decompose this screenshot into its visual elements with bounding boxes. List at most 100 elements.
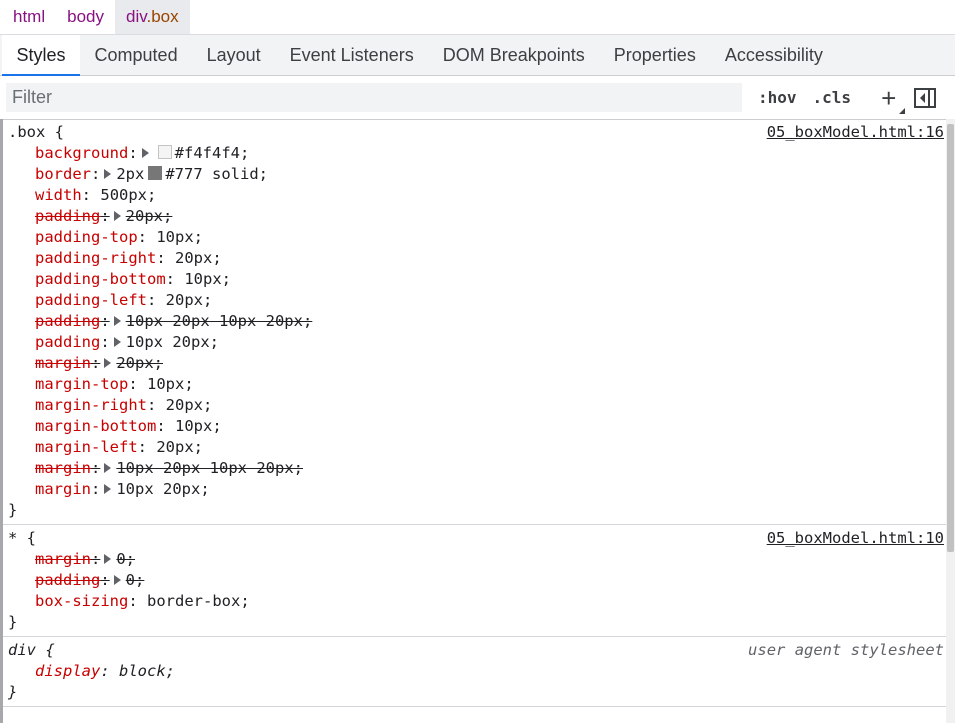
property-name[interactable]: padding [35,312,100,330]
style-declaration[interactable]: margin-left: 20px; [8,437,946,458]
property-value[interactable]: 20px; [166,291,213,309]
colon-separator: : [156,249,166,267]
property-value[interactable]: 10px; [147,375,194,393]
expand-triangle-icon[interactable] [113,316,121,326]
tab-properties[interactable]: Properties [599,35,710,75]
colon-separator: : [81,186,92,204]
rule-source-link[interactable]: 05_boxModel.html:16 [767,122,944,143]
property-name[interactable]: margin [35,354,91,372]
style-declaration[interactable]: padding-bottom: 10px; [8,269,946,290]
style-declaration[interactable]: margin: 10px 20px 10px 20px; [8,458,946,479]
style-declaration[interactable]: padding: 10px 20px 10px 20px; [8,311,946,332]
style-declaration[interactable]: box-sizing: border-box; [8,591,946,612]
property-value[interactable]: block; [119,662,175,680]
property-value[interactable]: #777 solid; [165,165,268,183]
property-value[interactable]: border-box; [147,592,250,610]
property-value[interactable]: 0; [126,571,145,589]
property-value[interactable]: 20px; [116,354,163,372]
property-value[interactable]: 2px [116,165,144,183]
tab-accessibility[interactable]: Accessibility [710,35,837,75]
toggle-sidebar-icon[interactable] [914,87,937,108]
style-declaration[interactable]: width: 500px; [8,185,946,206]
style-declaration[interactable]: margin-bottom: 10px; [8,416,946,437]
style-declaration[interactable]: display: block; [8,661,946,682]
property-value[interactable]: 10px; [184,270,231,288]
class-toggle-button[interactable]: .cls [813,88,852,107]
property-name[interactable]: padding [35,571,100,589]
property-value[interactable]: 20px; [126,207,173,225]
property-name[interactable]: margin-left [35,438,138,456]
style-declaration[interactable]: padding: 0; [8,570,946,591]
property-name[interactable]: border [35,165,91,183]
style-declaration[interactable]: margin: 0; [8,549,946,570]
property-name[interactable]: margin [35,480,91,498]
property-value[interactable]: 0; [116,550,135,568]
style-rule: .box {05_boxModel.html:16 background: #f4f… [3,119,946,525]
style-declaration[interactable]: padding-top: 10px; [8,227,946,248]
tab-styles[interactable]: Styles [2,35,81,76]
property-name[interactable]: display [35,662,100,680]
style-declaration[interactable]: padding: 10px 20px; [8,332,946,353]
property-name[interactable]: margin-top [35,375,128,393]
tab-layout[interactable]: Layout [192,35,275,75]
style-declaration[interactable]: margin-right: 20px; [8,395,946,416]
property-value[interactable]: 10px 20px; [116,480,209,498]
tab-dom-breakpoints[interactable]: DOM Breakpoints [428,35,599,75]
breadcrumb-item-body[interactable]: body [56,0,115,34]
style-declaration[interactable]: margin-top: 10px; [8,374,946,395]
property-name[interactable]: margin [35,550,91,568]
style-declaration[interactable]: margin: 10px 20px; [8,479,946,500]
property-value[interactable]: #f4f4f4; [175,144,250,162]
hover-state-button[interactable]: :hov [758,88,797,107]
property-name[interactable]: padding-bottom [35,270,166,288]
property-name[interactable]: width [35,186,82,204]
property-name[interactable]: box-sizing [35,592,128,610]
expand-triangle-icon[interactable] [113,337,121,347]
style-declaration[interactable]: padding-right: 20px; [8,248,946,269]
color-swatch[interactable] [157,145,172,159]
filter-input[interactable] [6,83,742,112]
property-name[interactable]: margin-bottom [35,417,156,435]
property-value[interactable]: 10px 20px 10px 20px; [126,312,313,330]
property-value[interactable]: 500px; [100,186,156,204]
breadcrumb-item-div-box[interactable]: div.box [115,0,190,34]
rule-source-link[interactable]: 05_boxModel.html:10 [767,528,944,549]
property-value[interactable]: 10px; [156,228,203,246]
expand-triangle-icon[interactable] [104,484,112,494]
property-value[interactable]: 10px 20px 10px 20px; [116,459,303,477]
property-value[interactable]: 10px; [175,417,222,435]
expand-triangle-icon[interactable] [113,575,121,585]
property-value[interactable]: 20px; [166,396,213,414]
scrollbar-thumb[interactable] [947,124,954,552]
style-declaration[interactable]: padding: 20px; [8,206,946,227]
style-declaration[interactable]: background: #f4f4f4; [8,143,946,164]
expand-triangle-icon[interactable] [104,358,112,368]
property-value[interactable]: 20px; [156,438,203,456]
property-name[interactable]: padding [35,333,100,351]
breadcrumb-item-html[interactable]: html [2,0,56,34]
style-declaration[interactable]: margin: 20px; [8,353,946,374]
property-name[interactable]: padding-top [35,228,138,246]
breadcrumb: html body div.box [0,0,955,35]
property-name[interactable]: background [35,144,128,162]
property-name[interactable]: margin [35,459,91,477]
color-swatch[interactable] [148,166,163,180]
style-declaration[interactable]: padding-left: 20px; [8,290,946,311]
expand-triangle-icon[interactable] [141,148,149,158]
new-style-rule-button[interactable]: + [881,82,906,114]
scrollbar[interactable] [946,119,955,723]
plus-icon: + [881,82,897,113]
property-name[interactable]: margin-right [35,396,147,414]
property-name[interactable]: padding [35,207,100,225]
tab-event-listeners[interactable]: Event Listeners [275,35,428,75]
property-value[interactable]: 10px 20px; [126,333,219,351]
property-name[interactable]: padding-left [35,291,147,309]
expand-triangle-icon[interactable] [113,211,121,221]
tab-computed[interactable]: Computed [80,35,192,75]
expand-triangle-icon[interactable] [104,463,112,473]
expand-triangle-icon[interactable] [104,554,112,564]
expand-triangle-icon[interactable] [104,169,112,179]
style-declaration[interactable]: border: 2px #777 solid; [8,164,946,185]
property-value[interactable]: 20px; [175,249,222,267]
property-name[interactable]: padding-right [35,249,156,267]
